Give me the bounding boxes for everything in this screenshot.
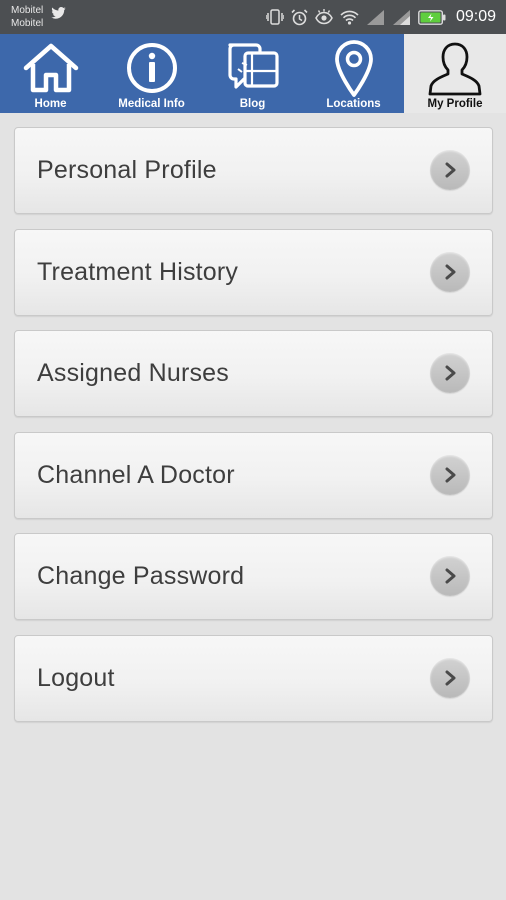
tab-home-label: Home: [34, 98, 67, 110]
blog-icon: [224, 40, 282, 96]
menu-item-treatment-history[interactable]: Treatment History: [14, 228, 493, 316]
menu-item-label: Channel A Doctor: [37, 460, 235, 489]
clock-time: 09:09: [455, 8, 496, 25]
menu-item-label: Change Password: [37, 562, 245, 590]
signal-icon-1: [366, 9, 385, 25]
chevron-right-icon: [430, 657, 470, 698]
menu-item-label: Treatment History: [37, 257, 239, 286]
tab-medical-info-label: Medical Info: [118, 98, 185, 110]
carrier-name-2: Mobitel: [11, 18, 44, 29]
menu-item-channel-a-doctor[interactable]: Channel A Doctor: [14, 431, 493, 519]
tab-my-profile[interactable]: My Profile: [404, 34, 506, 113]
tab-bar: Home Medical Info Blog Locations My Prof…: [0, 34, 506, 113]
person-icon: [428, 40, 482, 96]
tab-locations-label: Locations: [326, 98, 381, 110]
chevron-right-icon: [430, 353, 470, 393]
status-bar: Mobitel Mobitel 09:09: [0, 0, 506, 34]
tab-locations[interactable]: Locations: [303, 34, 404, 113]
location-pin-icon: [332, 40, 376, 97]
chevron-right-icon: [430, 251, 470, 292]
info-icon: [125, 40, 179, 96]
alarm-icon: [291, 8, 308, 26]
twitter-icon: [51, 7, 66, 23]
battery-icon: [418, 9, 446, 25]
wifi-icon: [340, 10, 359, 25]
status-icons: 09:09: [265, 0, 496, 34]
tab-blog[interactable]: Blog: [202, 34, 303, 113]
carrier-info: Mobitel Mobitel: [11, 4, 66, 30]
chevron-right-icon: [430, 454, 470, 495]
home-icon: [22, 40, 80, 96]
tab-blog-label: Blog: [239, 98, 266, 110]
menu-item-assigned-nurses[interactable]: Assigned Nurses: [14, 330, 493, 417]
eye-comfort-icon: [315, 9, 333, 25]
menu-item-personal-profile[interactable]: Personal Profile: [14, 127, 493, 214]
menu-item-label: Personal Profile: [37, 156, 217, 184]
signal-icon-2: [392, 9, 411, 25]
tab-my-profile-label: My Profile: [427, 98, 483, 110]
menu-item-change-password[interactable]: Change Password: [14, 533, 493, 620]
carrier-name-1: Mobitel: [11, 5, 44, 16]
chevron-right-icon: [430, 556, 470, 596]
tab-medical-info[interactable]: Medical Info: [101, 34, 202, 113]
menu-item-logout[interactable]: Logout: [14, 634, 493, 722]
menu-item-label: Assigned Nurses: [37, 359, 229, 387]
vibrate-icon: [265, 9, 284, 25]
tab-home[interactable]: Home: [0, 34, 101, 113]
menu-item-label: Logout: [37, 663, 115, 692]
profile-menu: Personal Profile Treatment History Assig…: [14, 127, 493, 736]
chevron-right-icon: [430, 150, 470, 190]
